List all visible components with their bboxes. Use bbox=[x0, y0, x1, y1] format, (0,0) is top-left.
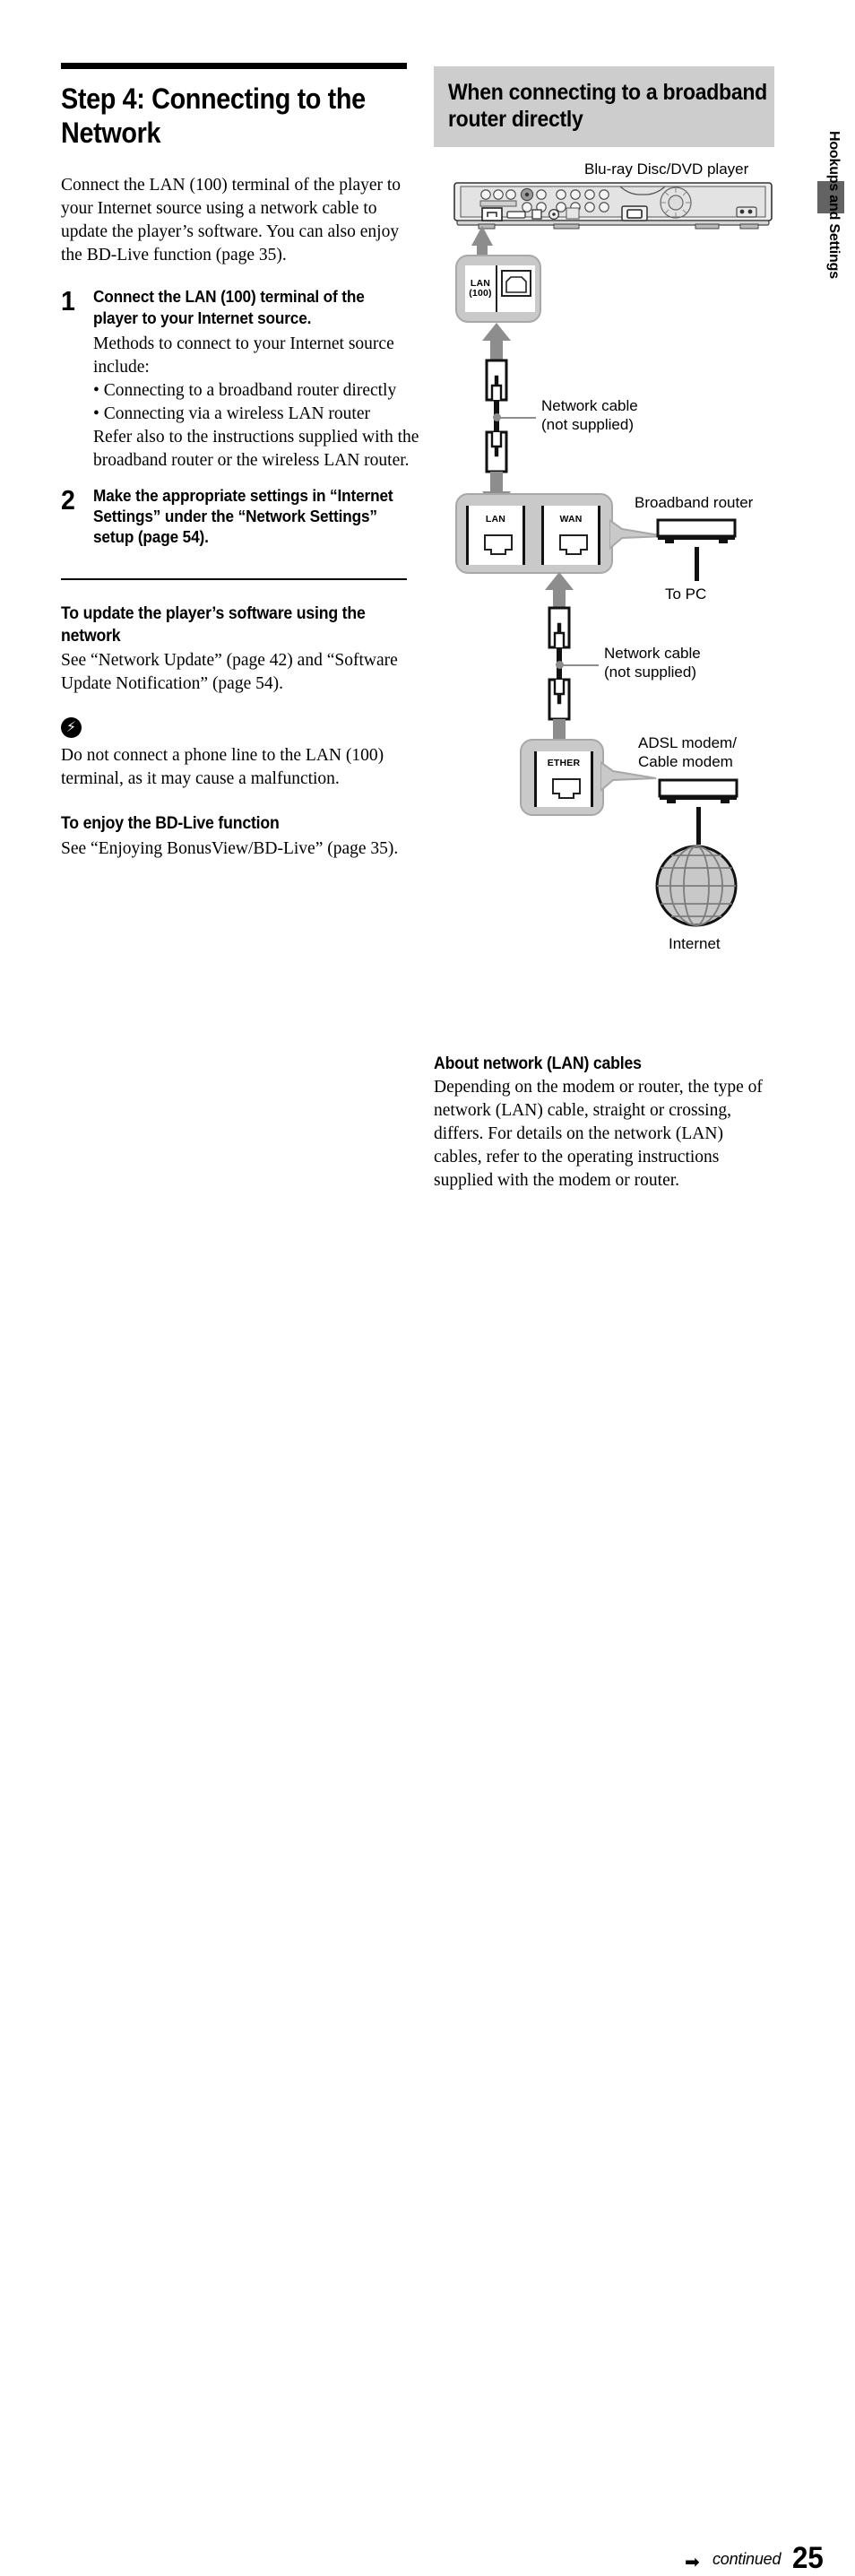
step-2-heading: Make the appropriate settings in “Intern… bbox=[93, 485, 393, 547]
router-lan-label: LAN bbox=[485, 514, 506, 525]
broadband-router-device bbox=[656, 518, 737, 543]
side-tab-label: Hookups and Settings bbox=[826, 131, 842, 279]
section-heading-bdlive: To enjoy the BD-Live function bbox=[61, 814, 280, 834]
arrow-to-lan-jack bbox=[482, 323, 511, 362]
page-number: 25 bbox=[792, 2541, 824, 2575]
to-pc-cable bbox=[695, 547, 699, 581]
right-column: When connecting to a broadband router di… bbox=[434, 54, 774, 1193]
step-1-heading: Connect the LAN (100) terminal of the pl… bbox=[93, 287, 365, 327]
section-body-note: Do not connect a phone line to the LAN (… bbox=[61, 745, 384, 788]
left-column: Step 4: Connecting to the Network Connec… bbox=[61, 54, 419, 860]
player-rear-panel-illustration bbox=[453, 182, 773, 230]
intro-paragraph: Connect the LAN (100) terminal of the pl… bbox=[61, 175, 402, 265]
rj45-plug-icon bbox=[485, 430, 508, 473]
player-label: Blu-ray Disc/DVD player bbox=[584, 160, 749, 178]
step-2: 2 Make the appropriate settings in “Inte… bbox=[61, 485, 407, 552]
lan-jack-label: LAN (100) bbox=[469, 277, 492, 299]
about-cables-body: Depending on the modem or router, the ty… bbox=[434, 1078, 763, 1190]
internet-label: Internet bbox=[669, 935, 721, 952]
page-title: Step 4: Connecting to the Network bbox=[61, 82, 366, 150]
internet-globe-icon bbox=[655, 845, 738, 927]
section-body-bdlive: See “Enjoying BonusView/BD-Live” (page 3… bbox=[61, 838, 399, 858]
modem-label: ADSL modem/ Cable modem bbox=[638, 734, 737, 771]
modem-ether-label: ETHER bbox=[547, 758, 581, 768]
rj45-plug-icon bbox=[548, 606, 571, 649]
lan-jack-callout: LAN (100) bbox=[455, 255, 541, 323]
step-1-bullets: • Connecting to a broadband router direc… bbox=[93, 379, 429, 426]
side-tab: Hookups and Settings bbox=[817, 131, 844, 450]
list-item: • Connecting to a broadband router direc… bbox=[93, 380, 397, 400]
cable-leader-line-lower bbox=[563, 664, 599, 666]
about-cables-heading: About network (LAN) cables bbox=[434, 1054, 642, 1073]
modem-device bbox=[658, 778, 738, 803]
rj45-jack-icon-ether bbox=[552, 778, 581, 800]
continued-arrow-icon: ➡ bbox=[685, 2551, 700, 2572]
cable-leader-line-upper bbox=[500, 417, 536, 419]
list-item: • Connecting via a wireless LAN router bbox=[93, 403, 370, 423]
step-1-number: 1 bbox=[61, 285, 75, 317]
modem-to-internet-cable bbox=[696, 807, 701, 845]
network-cable-label-upper: Network cable (not supplied) bbox=[541, 397, 638, 434]
section-heading-update: To update the player’s software using th… bbox=[61, 604, 366, 646]
router-callout: LAN WAN bbox=[455, 493, 613, 574]
page-footer: ➡ continued 25 bbox=[0, 1269, 855, 2575]
manual-page: Step 4: Connecting to the Network Connec… bbox=[0, 0, 855, 2575]
section-divider bbox=[61, 578, 407, 581]
section-body-update: See “Network Update” (page 42) and “Soft… bbox=[61, 650, 398, 693]
step-1-lead: Methods to connect to your Internet sour… bbox=[93, 334, 394, 377]
title-rule bbox=[61, 63, 407, 69]
to-pc-label: To PC bbox=[665, 585, 707, 603]
right-section-header: When connecting to a broadband router di… bbox=[434, 66, 774, 147]
right-section-header-text: When connecting to a broadband router di… bbox=[448, 80, 767, 132]
warning-bolt-icon: ⚡ bbox=[61, 716, 82, 738]
connection-diagram: Blu-ray Disc/DVD player LAN (100) Networ… bbox=[434, 160, 774, 952]
rj45-jack-icon-lan bbox=[484, 534, 513, 556]
modem-ether-callout: ETHER bbox=[520, 739, 604, 816]
rj45-jack-icon-wan bbox=[559, 534, 588, 556]
continued-label: continued bbox=[712, 2550, 782, 2568]
router-wan-label: WAN bbox=[559, 514, 583, 525]
broadband-router-label: Broadband router bbox=[635, 494, 754, 511]
step-1: 1 Connect the LAN (100) terminal of the … bbox=[61, 285, 419, 472]
bolt-glyph: ⚡ bbox=[65, 718, 77, 736]
rj45-plug-icon bbox=[485, 359, 508, 402]
step-2-number: 2 bbox=[61, 483, 75, 516]
step-1-tail: Refer also to the instructions supplied … bbox=[93, 427, 419, 470]
rj45-jack-icon bbox=[501, 270, 531, 297]
rj45-plug-icon bbox=[548, 678, 571, 721]
network-cable-label-lower: Network cable (not supplied) bbox=[604, 645, 701, 681]
